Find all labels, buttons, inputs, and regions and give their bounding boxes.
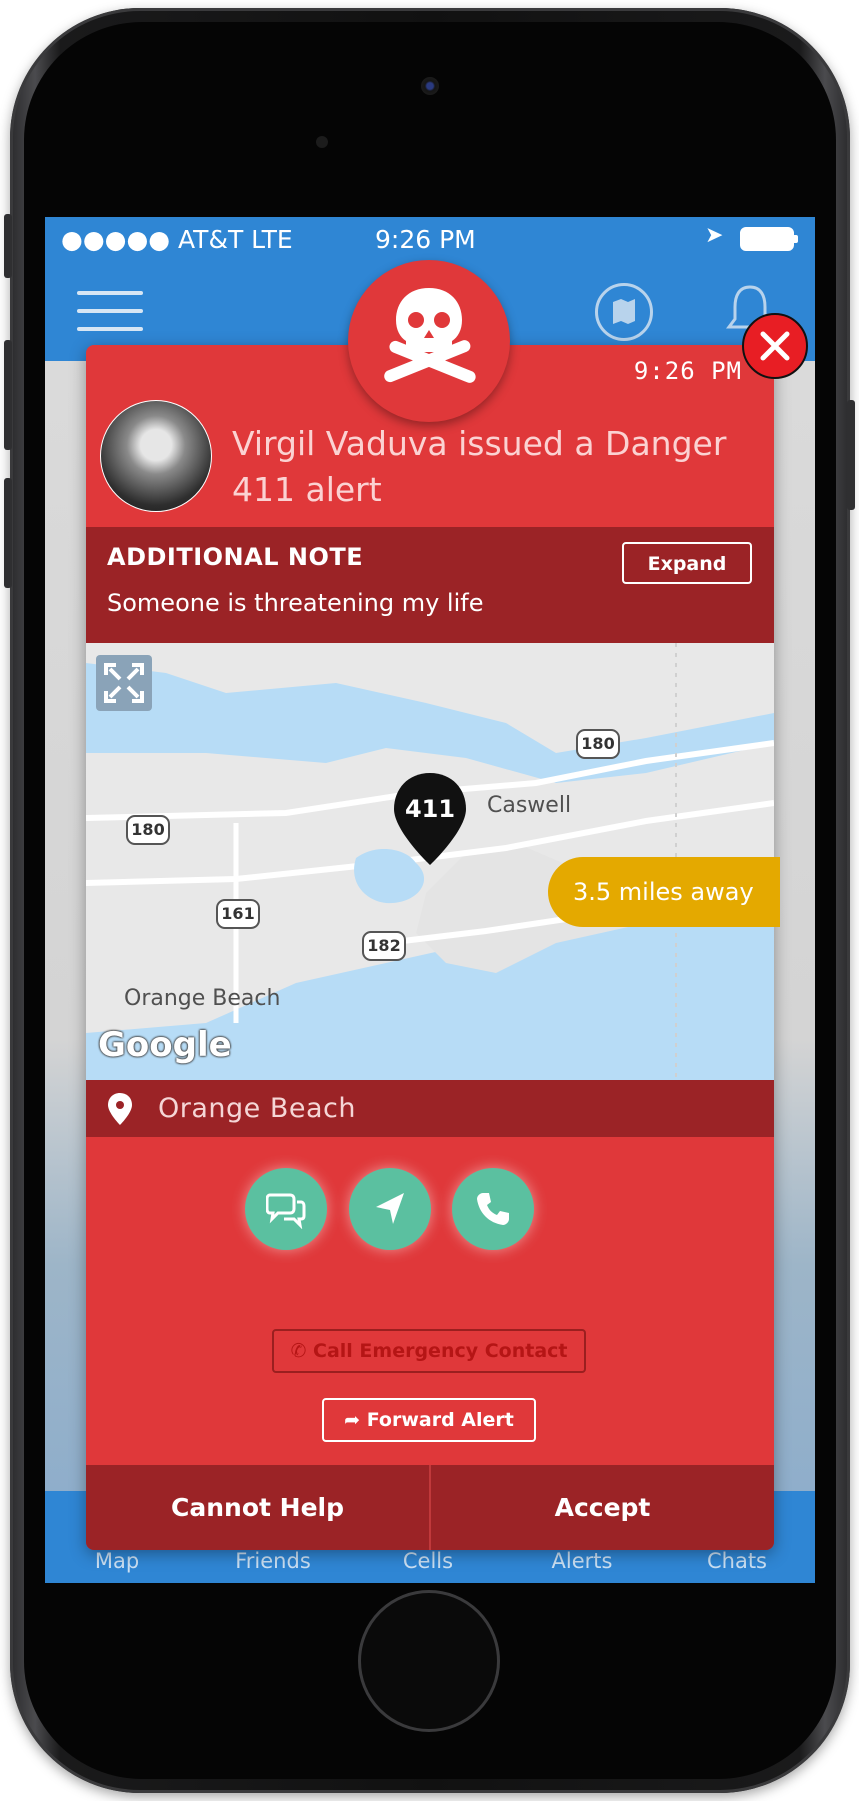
alert-card: 9:26 PM Virgil Vaduva issued a Danger 41…: [86, 345, 774, 1550]
alert-pin[interactable]: 411: [390, 773, 470, 868]
location-arrow-icon: ➤: [705, 223, 724, 248]
tab-cells[interactable]: Cells: [368, 1549, 488, 1573]
pin-label: 411: [404, 795, 456, 823]
distance-badge: 3.5 miles away: [548, 857, 780, 927]
power-button: [847, 400, 855, 510]
place-orange-beach: Orange Beach: [124, 986, 281, 1011]
road-161: 161: [216, 899, 260, 929]
mute-switch: [4, 214, 12, 278]
status-time: 9:26 PM: [375, 225, 476, 254]
cannot-help-button[interactable]: Cannot Help: [86, 1465, 429, 1550]
battery-icon: [740, 227, 798, 251]
location-bar: Orange Beach: [86, 1080, 774, 1137]
call-button[interactable]: [452, 1168, 534, 1250]
navigation-arrow-icon: [376, 1193, 404, 1224]
chat-button[interactable]: [245, 1168, 327, 1250]
menu-icon[interactable]: [77, 291, 143, 331]
volume-down-button: [4, 478, 12, 588]
avatar: [100, 400, 212, 512]
alert-footer: Cannot Help Accept: [86, 1465, 774, 1550]
phone-red-icon: ✆: [290, 1340, 314, 1362]
refresh-map-icon[interactable]: [595, 283, 653, 341]
place-caswell: Caswell: [487, 793, 572, 818]
tab-chats[interactable]: Chats: [677, 1549, 797, 1573]
forward-alert-button[interactable]: ➦ Forward Alert: [322, 1398, 536, 1442]
call-emergency-contact-button[interactable]: ✆ Call Emergency Contact: [272, 1329, 586, 1373]
note-label: ADDITIONAL NOTE: [107, 543, 364, 571]
tab-friends[interactable]: Friends: [213, 1549, 333, 1573]
home-button[interactable]: [358, 1590, 500, 1732]
proximity-sensor: [316, 136, 328, 148]
alert-time: 9:26 PM: [633, 357, 742, 385]
tab-alerts[interactable]: Alerts: [522, 1549, 642, 1573]
close-icon[interactable]: [742, 313, 808, 379]
carrier-signal: ●●●●● AT&T LTE: [61, 225, 293, 254]
location-name: Orange Beach: [158, 1093, 356, 1124]
road-182: 182: [362, 931, 406, 961]
location-pin-icon: [108, 1093, 132, 1125]
expand-button[interactable]: Expand: [622, 542, 752, 584]
google-logo: Google: [98, 1025, 232, 1065]
chat-icon: [266, 1193, 306, 1229]
status-bar: ●●●●● AT&T LTE 9:26 PM ➤: [45, 217, 815, 261]
road-180-west: 180: [126, 815, 170, 845]
alert-title: Virgil Vaduva issued a Danger 411 alert: [232, 424, 727, 509]
accept-button[interactable]: Accept: [431, 1465, 774, 1550]
tab-map[interactable]: Map: [57, 1549, 177, 1573]
fullscreen-icon[interactable]: [96, 655, 152, 711]
front-camera: [421, 77, 439, 95]
phone-icon: [477, 1193, 509, 1225]
navigate-button[interactable]: [349, 1168, 431, 1250]
additional-note: ADDITIONAL NOTE Someone is threatening m…: [86, 527, 774, 643]
forward-label: Forward Alert: [366, 1409, 514, 1431]
volume-up-button: [4, 340, 12, 450]
emergency-label: Call Emergency Contact: [313, 1340, 568, 1362]
note-text: Someone is threatening my life: [107, 589, 484, 617]
forward-icon: ➦: [344, 1409, 367, 1431]
road-180-east: 180: [576, 729, 620, 759]
skull-icon: [348, 260, 510, 422]
